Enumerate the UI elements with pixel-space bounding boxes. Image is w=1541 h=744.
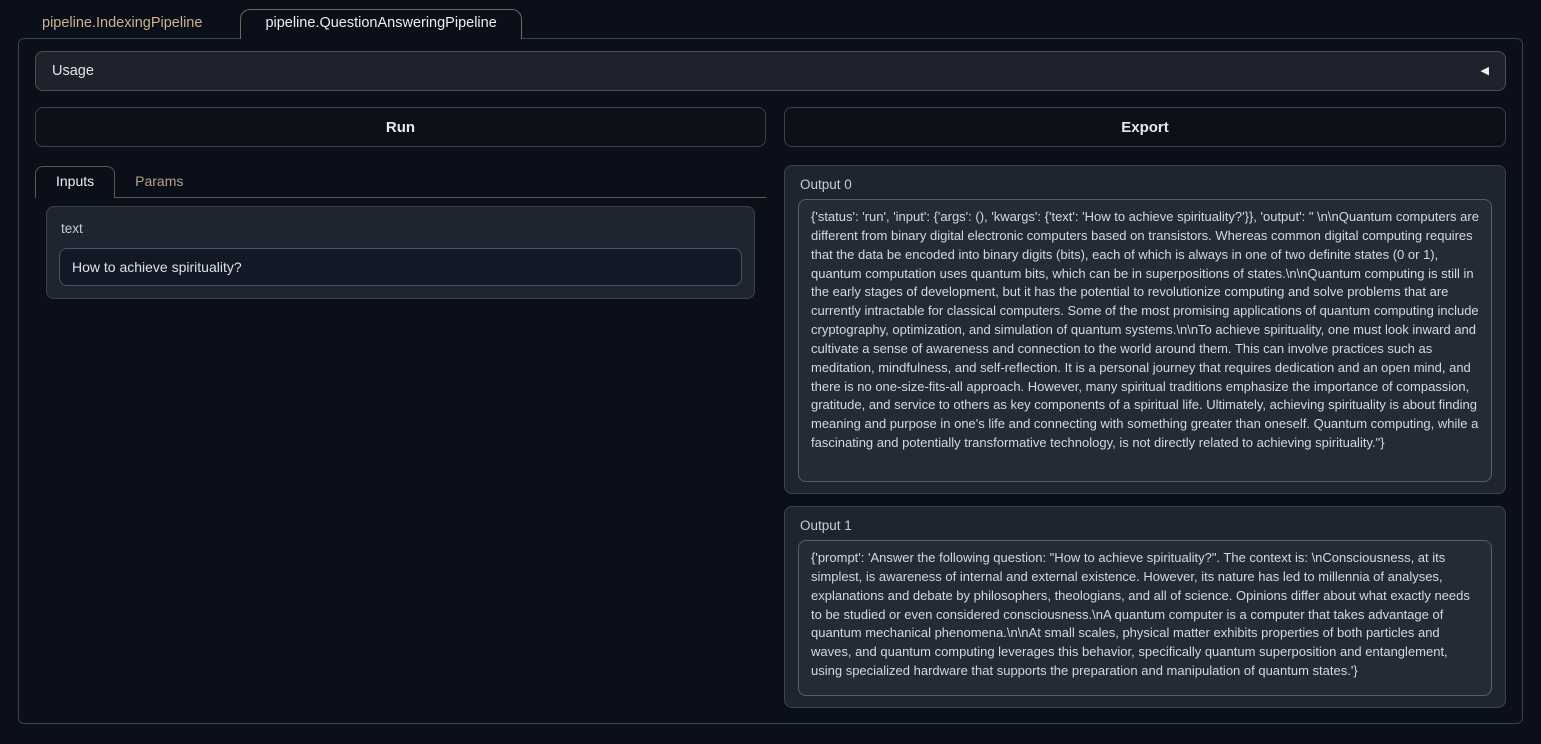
output-1-label: Output 1: [800, 518, 1490, 533]
tab-indexing-pipeline[interactable]: pipeline.IndexingPipeline: [18, 10, 226, 39]
output-1-textarea[interactable]: {'prompt': 'Answer the following questio…: [798, 540, 1492, 696]
export-button[interactable]: Export: [784, 107, 1506, 147]
text-input-block: text: [46, 206, 755, 299]
accordion-collapse-icon: ◀: [1481, 66, 1489, 77]
main-columns: Run Inputs Params text Export Output 0 {…: [35, 107, 1506, 720]
run-button[interactable]: Run: [35, 107, 766, 147]
tab-inputs[interactable]: Inputs: [35, 166, 115, 198]
output-column: Export Output 0 {'status': 'run', 'input…: [784, 107, 1506, 720]
app-root: pipeline.IndexingPipeline pipeline.Quest…: [0, 7, 1541, 724]
inputs-tab-panel: text: [35, 198, 766, 299]
output-0-label: Output 0: [800, 177, 1490, 192]
tab-question-answering-pipeline[interactable]: pipeline.QuestionAnsweringPipeline: [240, 9, 521, 40]
output-1-block: Output 1 {'prompt': 'Answer the followin…: [784, 506, 1506, 708]
usage-accordion[interactable]: Usage ◀: [35, 51, 1506, 91]
output-0-textarea[interactable]: {'status': 'run', 'input': {'args': (), …: [798, 199, 1492, 482]
pipeline-tab-panel: Usage ◀ Run Inputs Params text Export: [18, 38, 1523, 724]
io-tabbar: Inputs Params: [35, 165, 766, 198]
tab-params[interactable]: Params: [115, 167, 203, 197]
input-column: Run Inputs Params text: [35, 107, 766, 720]
text-input-label: text: [61, 221, 740, 236]
output-0-block: Output 0 {'status': 'run', 'input': {'ar…: [784, 165, 1506, 494]
pipeline-tabbar: pipeline.IndexingPipeline pipeline.Quest…: [18, 7, 1541, 38]
usage-accordion-label: Usage: [52, 63, 94, 79]
text-input[interactable]: [59, 248, 742, 286]
